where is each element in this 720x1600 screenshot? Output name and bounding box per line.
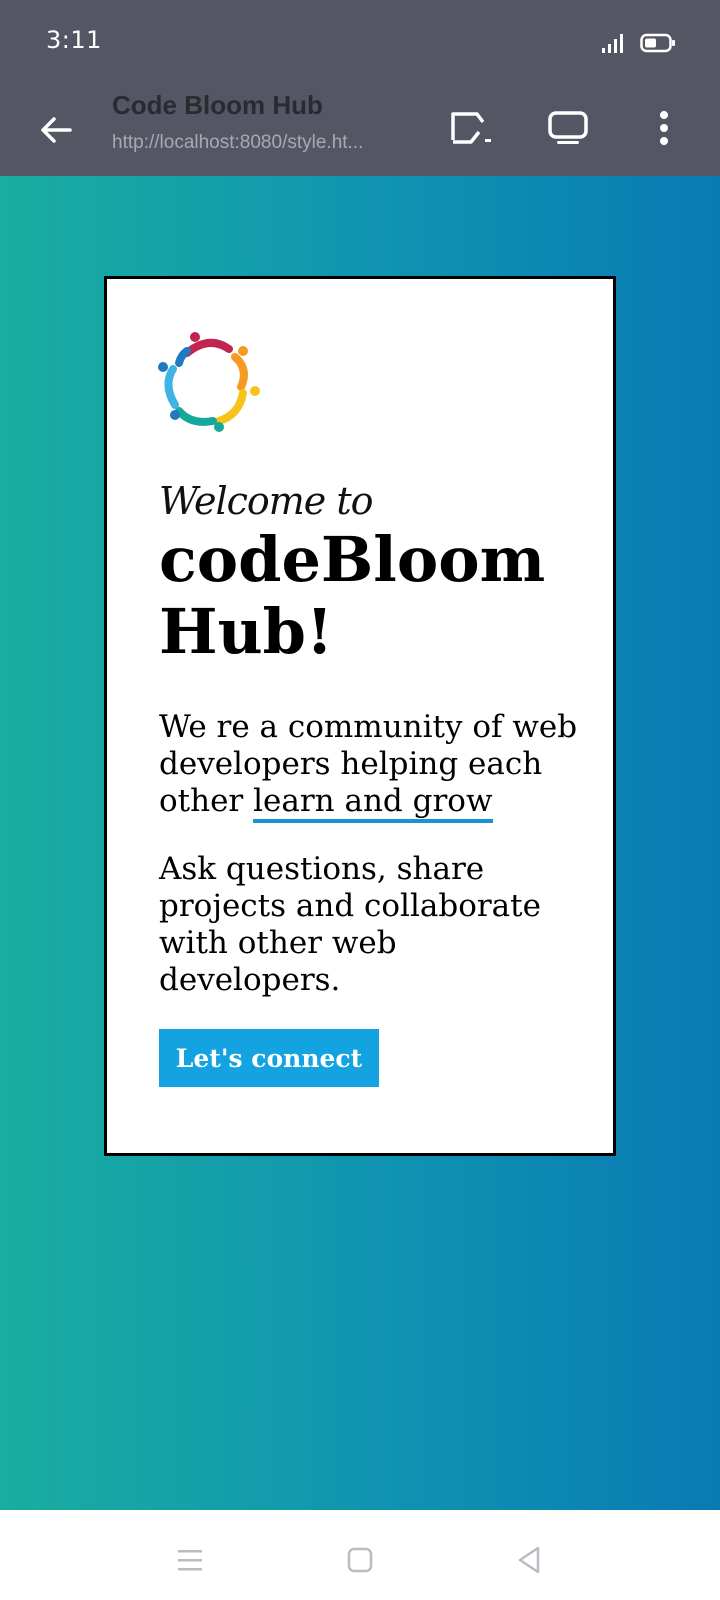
community-logo-icon [158, 332, 260, 432]
welcome-card: Welcome to codeBloom Hub! We re a commun… [104, 276, 616, 1156]
cast-button[interactable] [444, 100, 500, 156]
lets-connect-button[interactable]: Let's connect [159, 1029, 379, 1087]
signal-icon [602, 34, 623, 53]
web-content: Welcome to codeBloom Hub! We re a commun… [0, 176, 720, 1510]
status-bar: 3:11 [0, 0, 720, 84]
cast-icon [451, 112, 491, 144]
app-title: Code Bloom Hub [112, 90, 323, 120]
desktop-icon [548, 111, 588, 144]
more-vert-icon [660, 111, 668, 145]
home-square-icon[interactable] [340, 1540, 380, 1580]
menu-icon[interactable] [170, 1540, 210, 1580]
page-title: codeBloom Hub! [159, 523, 546, 668]
system-nav-bar [0, 1510, 720, 1600]
battery-icon [640, 33, 675, 53]
desktop-site-button[interactable] [540, 100, 596, 156]
status-time: 3:11 [46, 26, 102, 54]
app-bar: Code Bloom Hub http://localhost:8080/sty… [0, 84, 720, 176]
app-url: http://localhost:8080/style.ht... [112, 132, 364, 153]
back-button[interactable] [28, 102, 84, 158]
back-arrow-icon [41, 117, 72, 143]
description-paragraph: Ask questions, share projects and collab… [159, 851, 541, 998]
back-triangle-icon[interactable] [510, 1540, 550, 1580]
intro-paragraph: We re a community of web developers help… [159, 709, 579, 823]
intro-highlight: learn and grow [253, 783, 493, 823]
welcome-text: Welcome to [159, 479, 374, 523]
more-menu-button[interactable] [636, 100, 692, 156]
